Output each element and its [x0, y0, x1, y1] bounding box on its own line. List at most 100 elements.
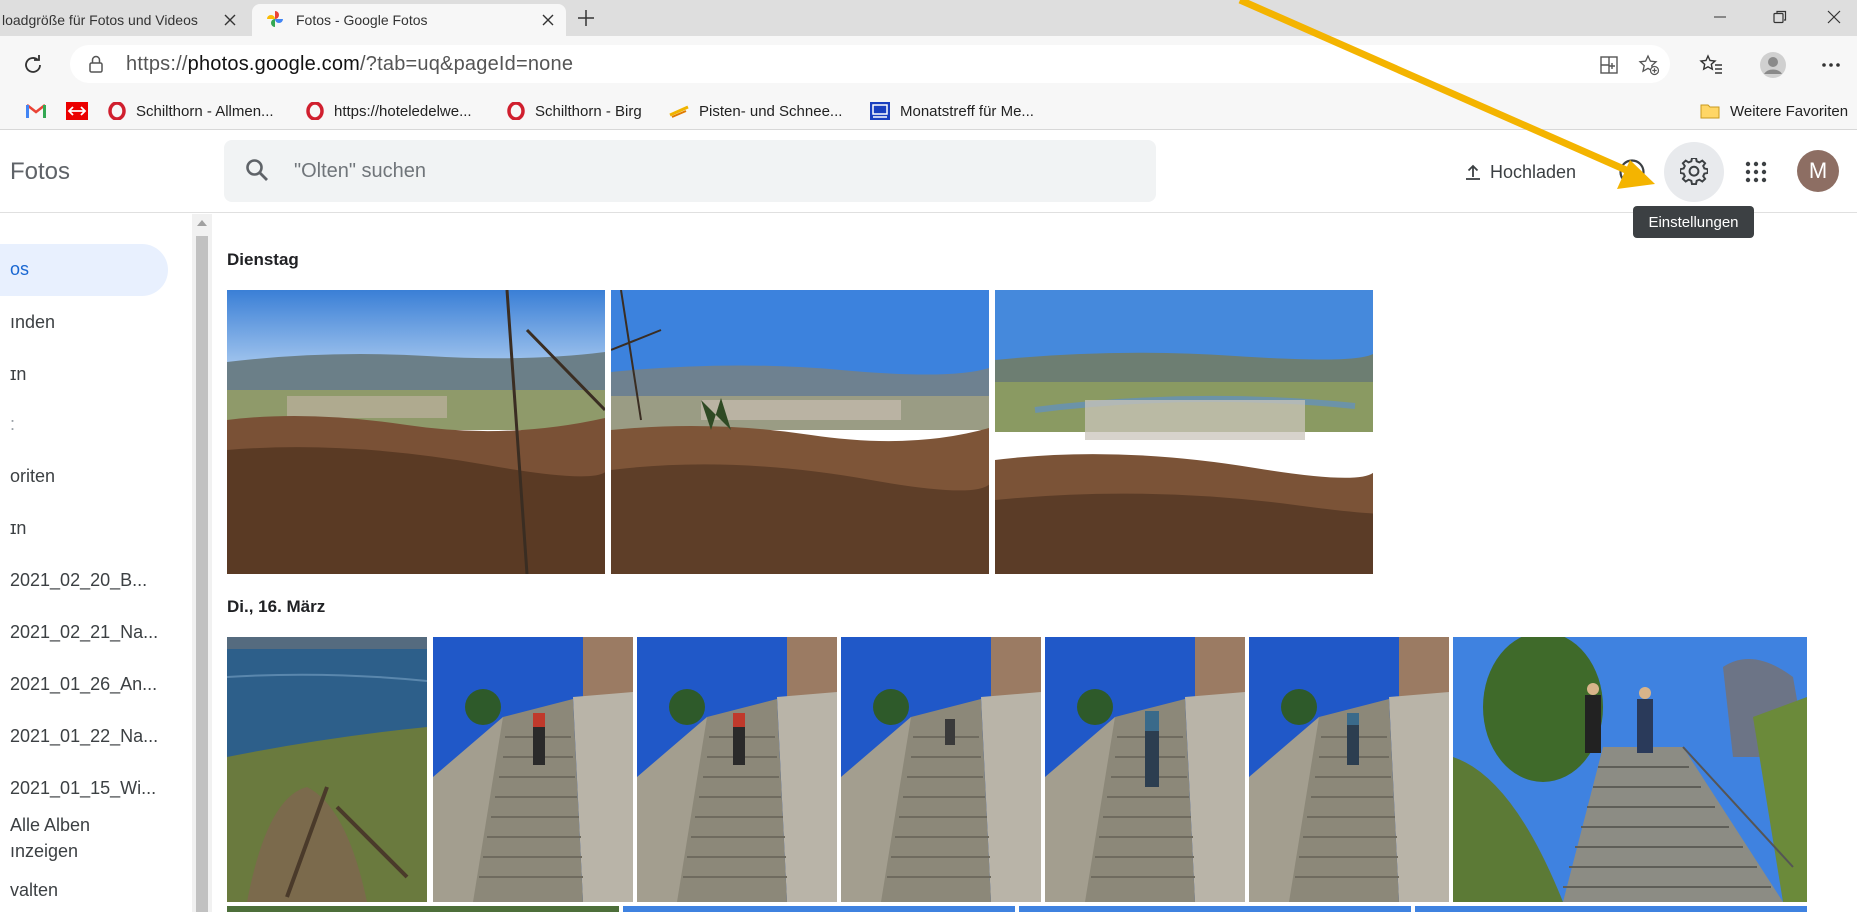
- upload-button[interactable]: Hochladen: [1464, 156, 1576, 188]
- bookmark-sbb[interactable]: [66, 100, 98, 122]
- settings-tooltip: Einstellungen: [1633, 206, 1754, 238]
- bookmark-hoteledelweiss[interactable]: https://hoteledelwe...: [306, 100, 472, 122]
- photo-thumbnail[interactable]: [1453, 637, 1807, 902]
- bookmark-monatstreff[interactable]: Monatstreff für Me...: [870, 100, 1034, 122]
- close-icon: [1827, 10, 1841, 24]
- help-button[interactable]: [1612, 152, 1652, 192]
- search-input[interactable]: [294, 140, 1134, 202]
- url-path: /?tab=uq&pageId=none: [360, 53, 574, 75]
- restore-button[interactable]: [1757, 0, 1803, 34]
- photo-thumbnail[interactable]: [637, 637, 837, 902]
- app-available-icon[interactable]: [1596, 52, 1622, 78]
- sidebar-item-all-albums[interactable]: Alle Alben: [10, 815, 90, 836]
- gmail-icon: [26, 103, 46, 119]
- sidebar-item-album[interactable]: 2021_01_22_Na...: [10, 726, 158, 747]
- sidebar-item-album[interactable]: 2021_02_20_B...: [10, 570, 147, 591]
- photo-thumbnail[interactable]: [841, 637, 1041, 902]
- add-favorite-icon[interactable]: [1636, 52, 1662, 78]
- date-header: Di., 16. März: [227, 597, 326, 616]
- plus-icon: [578, 10, 594, 26]
- restore-icon: [1773, 10, 1787, 24]
- bookmark-label: Weitere Favoriten: [1730, 102, 1849, 120]
- tab-google-photos[interactable]: Fotos - Google Fotos: [252, 4, 566, 36]
- close-icon[interactable]: [220, 10, 240, 30]
- photo-thumbnail[interactable]: [1249, 637, 1449, 902]
- sidebar-item-album[interactable]: 2021_01_26_An...: [10, 674, 157, 695]
- tab-title: loadgröße für Fotos und Videos: [2, 12, 198, 28]
- url-text[interactable]: https://photos.google.com/?tab=uq&pageId…: [126, 53, 573, 76]
- window-close-button[interactable]: [1811, 0, 1857, 34]
- sidebar-item-explore[interactable]: ınden: [10, 312, 55, 333]
- scrollbar-thumb[interactable]: [196, 236, 208, 912]
- sidebar: os ınden ɪn : oriten ɪn 2021_02_20_B... …: [0, 214, 190, 912]
- search-box[interactable]: [224, 140, 1156, 202]
- lock-icon[interactable]: [88, 55, 104, 78]
- tab-photo-upload-size[interactable]: loadgröße für Fotos und Videos: [0, 4, 248, 36]
- ski-icon: [669, 104, 689, 118]
- sidebar-item-sharing[interactable]: ɪn: [10, 364, 26, 385]
- bookmark-folder-other-favorites[interactable]: Weitere Favoriten: [1700, 100, 1848, 122]
- search-icon[interactable]: [244, 157, 270, 188]
- minimize-icon: [1714, 16, 1726, 18]
- photo-thumbnail[interactable]: [433, 637, 633, 902]
- sidebar-section-divider: :: [10, 414, 16, 434]
- url-host: photos.google.com: [187, 53, 361, 75]
- sidebar-item-albums[interactable]: ɪn: [10, 518, 26, 539]
- account-avatar[interactable]: M: [1797, 150, 1839, 192]
- photo-thumbnail[interactable]: [995, 290, 1373, 574]
- sidebar-item-all-albums-cont[interactable]: ınzeigen: [10, 841, 78, 862]
- photo-thumbnail[interactable]: [227, 906, 619, 912]
- reload-button[interactable]: [18, 50, 48, 80]
- settings-button[interactable]: [1664, 142, 1724, 202]
- bookmark-label: Pisten- und Schnee...: [699, 102, 843, 120]
- photo-thumbnail[interactable]: [611, 290, 989, 574]
- minimize-button[interactable]: [1697, 0, 1743, 34]
- photo-thumbnail[interactable]: [1019, 906, 1411, 912]
- sidebar-item-photos[interactable]: os: [0, 244, 168, 296]
- photo-thumbnail[interactable]: [227, 637, 427, 902]
- tab-title: Fotos - Google Fotos: [296, 12, 428, 28]
- opera-icon: [108, 102, 126, 120]
- help-icon: [1619, 159, 1645, 185]
- bookmarks-bar: Schilthorn - Allmen... https://hoteledel…: [0, 92, 1857, 130]
- browser-toolbar: https://photos.google.com/?tab=uq&pageId…: [0, 36, 1857, 92]
- sidebar-item-favorites[interactable]: oriten: [10, 466, 55, 487]
- more-options-icon[interactable]: [1816, 50, 1846, 80]
- bookmark-schilthorn-birg[interactable]: Schilthorn - Birg: [507, 100, 642, 122]
- address-bar[interactable]: https://photos.google.com/?tab=uq&pageId…: [70, 45, 1670, 83]
- photo-thumbnail[interactable]: [227, 290, 605, 574]
- sidebar-scrollbar[interactable]: [192, 214, 212, 912]
- opera-icon: [507, 102, 525, 120]
- url-scheme: https://: [126, 53, 188, 75]
- bookmark-pisten[interactable]: Pisten- und Schnee...: [669, 100, 842, 122]
- new-tab-button[interactable]: [572, 4, 600, 32]
- google-photos-icon: [266, 10, 284, 31]
- bookmark-schilthorn-allmend[interactable]: Schilthorn - Allmen...: [108, 100, 274, 122]
- site-icon: [870, 102, 890, 120]
- sidebar-item-album[interactable]: 2021_02_21_Na...: [10, 622, 158, 643]
- favorites-icon[interactable]: [1696, 50, 1726, 80]
- sidebar-item-manage[interactable]: valten: [10, 880, 58, 901]
- bookmark-gmail[interactable]: [26, 100, 56, 122]
- photo-thumbnail[interactable]: [1045, 637, 1245, 902]
- apps-grid-icon: [1745, 161, 1767, 183]
- folder-icon: [1700, 103, 1720, 119]
- photo-thumbnail[interactable]: [623, 906, 1015, 912]
- sidebar-item-album[interactable]: 2021_01_15_Wi...: [10, 778, 156, 799]
- photo-thumbnail[interactable]: [1415, 906, 1807, 912]
- date-header: Dienstag: [227, 250, 299, 269]
- app-title: Fotos: [10, 158, 71, 185]
- bookmark-label: https://hoteledelwe...: [334, 102, 472, 120]
- opera-icon: [306, 102, 324, 120]
- reload-icon: [25, 55, 41, 73]
- apps-button[interactable]: [1736, 152, 1776, 192]
- profile-icon[interactable]: [1758, 50, 1788, 80]
- close-icon[interactable]: [538, 10, 558, 30]
- upload-icon: [1466, 164, 1480, 180]
- bookmark-label: Schilthorn - Allmen...: [136, 102, 274, 120]
- upload-label: Hochladen: [1490, 161, 1577, 182]
- bookmark-label: Schilthorn - Birg: [535, 102, 642, 120]
- app-header: Fotos Hochladen M: [0, 131, 1857, 213]
- sbb-icon: [66, 102, 88, 120]
- scroll-up-arrow-icon[interactable]: [197, 220, 207, 226]
